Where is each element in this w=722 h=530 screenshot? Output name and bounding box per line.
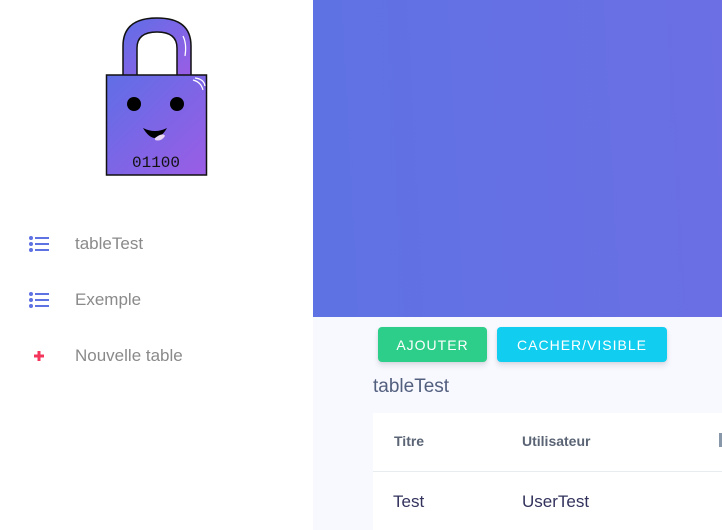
list-icon: [28, 289, 50, 311]
table-cell-utilisateur: UserTest: [522, 492, 590, 511]
table-card: Titre Utilisateur Test UserTest: [373, 413, 722, 530]
add-button[interactable]: AJOUTER: [378, 327, 487, 362]
padlock-logo-icon: 01100: [105, 17, 208, 176]
table-divider: [373, 471, 722, 472]
column-header-utilisateur[interactable]: Utilisateur: [522, 433, 590, 449]
sidebar-item-label: Nouvelle table: [75, 346, 183, 365]
sidebar-item-tabletest[interactable]: tableTest: [28, 224, 298, 264]
plus-icon: [28, 345, 50, 367]
sidebar-item-nouvelle-table[interactable]: Nouvelle table: [28, 336, 298, 376]
sidebar: 01100 tableTest Exemple Nouvelle table: [0, 0, 313, 530]
header-band: [313, 0, 722, 317]
table-title: tableTest: [373, 376, 450, 397]
logo-code-text: 01100: [132, 154, 180, 172]
list-icon: [28, 233, 50, 255]
sidebar-item-exemple[interactable]: Exemple: [28, 280, 298, 320]
sidebar-item-label: Exemple: [75, 290, 142, 309]
column-header-titre[interactable]: Titre: [394, 433, 424, 449]
sidebar-item-label: tableTest: [75, 234, 144, 253]
table-cell-titre: Test: [393, 492, 425, 511]
toggle-visibility-button[interactable]: CACHER/VISIBLE: [497, 327, 667, 362]
